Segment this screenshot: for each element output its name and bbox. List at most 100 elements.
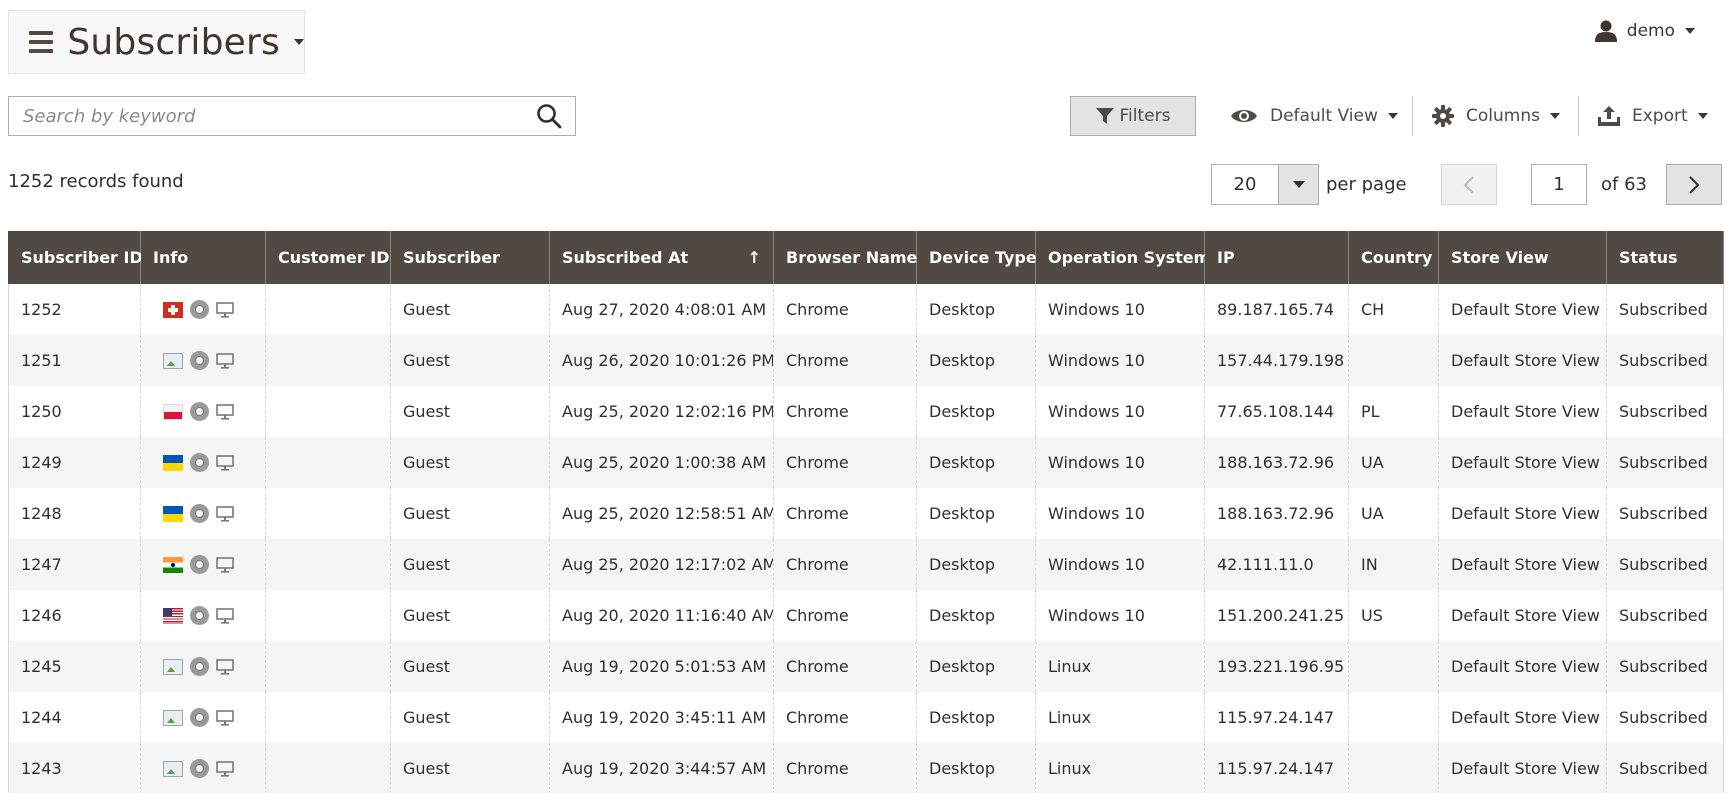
filters-button[interactable]: Filters: [1070, 96, 1196, 136]
previous-page-button[interactable]: [1441, 164, 1497, 205]
status-cell: Subscribed: [1606, 386, 1724, 437]
column-header-ip[interactable]: IP: [1204, 231, 1349, 284]
info-icons: [153, 453, 253, 472]
export-label: Export: [1632, 106, 1688, 126]
per-page-toggle[interactable]: [1278, 165, 1318, 204]
info-icons: [153, 555, 253, 574]
operation-system-cell: Linux: [1035, 641, 1205, 692]
store-view-cell: Default Store View: [1438, 386, 1607, 437]
subscriber-id-cell: 1249: [8, 437, 141, 488]
subscriber-cell: Guest: [390, 386, 550, 437]
search-icon: [537, 104, 562, 129]
ip-cell: 193.221.196.95: [1204, 641, 1349, 692]
search-input[interactable]: [9, 97, 523, 135]
ip-cell: 157.44.179.198: [1204, 335, 1349, 386]
flag-ua-icon: [163, 454, 183, 471]
default-view-dropdown[interactable]: Default View: [1230, 96, 1398, 136]
operation-system-cell: Windows 10: [1035, 284, 1205, 335]
chrome-icon: [190, 759, 209, 778]
browser-name-cell: Chrome: [773, 284, 917, 335]
column-header-subscribed-at[interactable]: Subscribed At ↑: [549, 231, 774, 284]
table-row[interactable]: 1247 Guest Aug 25, 2020 12:17:02 AM Chrome D…: [8, 539, 1724, 590]
desktop-monitor-icon: [216, 505, 234, 522]
browser-name-cell: Chrome: [773, 437, 917, 488]
gear-icon: [1432, 105, 1454, 127]
caret-down-icon: [1685, 28, 1695, 34]
column-header-subscriber[interactable]: Subscriber: [390, 231, 550, 284]
subscribed-at-cell: Aug 20, 2020 11:16:40 AM: [549, 590, 774, 641]
status-cell: Subscribed: [1606, 335, 1724, 386]
desktop-monitor-icon: [216, 454, 234, 471]
info-icons: [153, 759, 253, 778]
columns-dropdown[interactable]: Columns: [1432, 96, 1560, 136]
flag-us-icon: [163, 607, 183, 624]
table-row[interactable]: 1252 Guest Aug 27, 2020 4:08:01 AM Chrome De…: [8, 284, 1724, 335]
subscriber-id-cell: 1246: [8, 590, 141, 641]
table-row[interactable]: 1249 Guest Aug 25, 2020 1:00:38 AM Chrome De…: [8, 437, 1724, 488]
column-header-info[interactable]: Info: [140, 231, 266, 284]
flag-pl-icon: [163, 403, 183, 420]
subscriber-cell: Guest: [390, 488, 550, 539]
user-name: demo: [1626, 21, 1675, 41]
table-row[interactable]: 1246 Guest Aug 20, 2020 11:16:40 AM Chrome D…: [8, 590, 1724, 641]
status-cell: Subscribed: [1606, 590, 1724, 641]
table-row[interactable]: 1244 Guest Aug 19, 2020 3:45:11 AM Chrome De…: [8, 692, 1724, 743]
subscribed-at-cell: Aug 25, 2020 12:17:02 AM: [549, 539, 774, 590]
per-page-value: 20: [1233, 174, 1257, 195]
subscribed-at-cell: Aug 19, 2020 5:01:53 AM: [549, 641, 774, 692]
table-row[interactable]: 1243 Guest Aug 19, 2020 3:44:57 AM Chrome De…: [8, 743, 1724, 793]
customer-id-cell: [265, 386, 391, 437]
current-page-input[interactable]: [1531, 164, 1587, 205]
status-cell: Subscribed: [1606, 743, 1724, 793]
next-page-button[interactable]: [1666, 164, 1722, 205]
device-type-cell: Desktop: [916, 386, 1036, 437]
search-button[interactable]: [523, 97, 575, 135]
page-title-menu[interactable]: Subscribers: [8, 10, 305, 74]
browser-name-cell: Chrome: [773, 641, 917, 692]
column-header-subscriber-id[interactable]: Subscriber ID: [8, 231, 143, 284]
chrome-icon: [190, 504, 209, 523]
per-page-label: per page: [1326, 174, 1407, 195]
page-title: Subscribers: [67, 21, 280, 63]
operation-system-cell: Windows 10: [1035, 335, 1205, 386]
subscribers-table: Subscriber ID Info Customer ID Subscribe…: [8, 231, 1724, 793]
info-cell: [140, 335, 266, 386]
column-header-status[interactable]: Status: [1606, 231, 1724, 284]
operation-system-cell: Windows 10: [1035, 437, 1205, 488]
per-page-select[interactable]: 20: [1211, 164, 1319, 205]
table-row[interactable]: 1251 Guest Aug 26, 2020 10:01:26 PM Chrome D…: [8, 335, 1724, 386]
info-cell: [140, 386, 266, 437]
status-cell: Subscribed: [1606, 284, 1724, 335]
table-row[interactable]: 1248 Guest Aug 25, 2020 12:58:51 AM Chrome D…: [8, 488, 1724, 539]
subscribed-at-cell: Aug 25, 2020 12:02:16 PM: [549, 386, 774, 437]
subscriber-id-cell: 1251: [8, 335, 141, 386]
subscriber-id-cell: 1250: [8, 386, 141, 437]
export-dropdown[interactable]: Export: [1598, 96, 1708, 136]
chrome-icon: [190, 300, 209, 319]
ip-cell: 188.163.72.96: [1204, 437, 1349, 488]
info-icons: [153, 504, 253, 523]
desktop-monitor-icon: [216, 403, 234, 420]
ip-cell: 188.163.72.96: [1204, 488, 1349, 539]
column-header-browser-name[interactable]: Browser Name: [773, 231, 917, 284]
chrome-icon: [190, 351, 209, 370]
info-cell: [140, 284, 266, 335]
ip-cell: 77.65.108.144: [1204, 386, 1349, 437]
device-type-cell: Desktop: [916, 437, 1036, 488]
column-header-customer-id[interactable]: Customer ID: [265, 231, 391, 284]
column-header-store-view[interactable]: Store View: [1438, 231, 1607, 284]
upload-icon: [1598, 106, 1620, 126]
info-cell: [140, 539, 266, 590]
subscriber-id-cell: 1252: [8, 284, 141, 335]
column-header-operation-system[interactable]: Operation System: [1035, 231, 1210, 284]
table-row[interactable]: 1250 Guest Aug 25, 2020 12:02:16 PM Chrome D…: [8, 386, 1724, 437]
customer-id-cell: [265, 743, 391, 793]
column-header-country[interactable]: Country: [1348, 231, 1439, 284]
info-cell: [140, 692, 266, 743]
country-cell: UA: [1348, 488, 1439, 539]
chrome-icon: [190, 555, 209, 574]
browser-name-cell: Chrome: [773, 539, 917, 590]
column-header-device-type[interactable]: Device Type: [916, 231, 1037, 284]
user-menu[interactable]: demo: [1594, 20, 1695, 42]
table-row[interactable]: 1245 Guest Aug 19, 2020 5:01:53 AM Chrome De…: [8, 641, 1724, 692]
